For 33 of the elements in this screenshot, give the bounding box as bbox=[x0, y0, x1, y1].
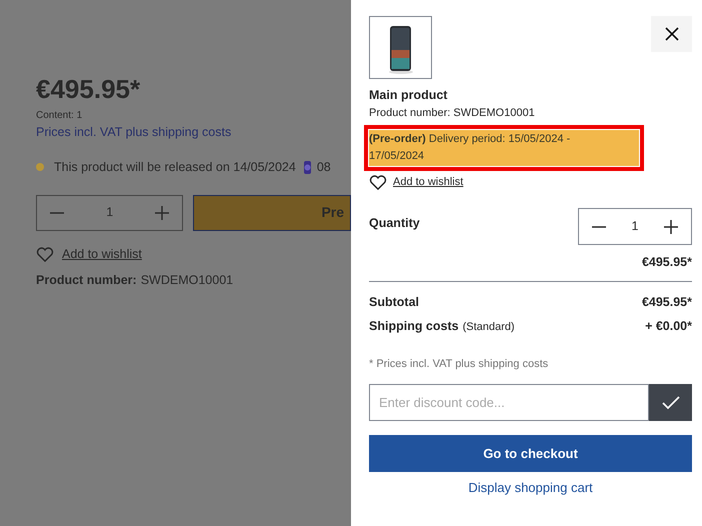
shipping-label: Shipping costs bbox=[369, 318, 459, 334]
product-number: Product number: SWDEMO10001 bbox=[369, 106, 536, 120]
release-time: 08 bbox=[316, 158, 331, 176]
quantity-stepper[interactable]: 1 bbox=[578, 208, 692, 246]
product-number: SWDEMO10001 bbox=[140, 272, 234, 290]
view-cart-link[interactable]: Display shopping cart bbox=[468, 480, 593, 496]
shipping-value: + €0.00* bbox=[645, 318, 692, 334]
close-button[interactable] bbox=[651, 16, 692, 52]
vat-note: * Prices incl. VAT plus shipping costs bbox=[369, 358, 550, 372]
check-icon bbox=[662, 396, 680, 410]
delivery-notice: (Pre-order) Delivery period: 15/05/2024 - 17/05/2024 bbox=[369, 130, 639, 166]
product-name[interactable]: Main product bbox=[369, 88, 692, 104]
wishlist-link[interactable]: Add to wishlist bbox=[393, 176, 464, 190]
plus-icon[interactable] bbox=[662, 218, 679, 235]
release-info: This product will be released on 14/05/2024 bbox=[54, 158, 296, 176]
price: €495.95* bbox=[36, 74, 142, 104]
product-thumbnail[interactable] bbox=[369, 16, 432, 79]
product-number-label: Product number: bbox=[36, 272, 137, 290]
heart-icon bbox=[36, 246, 54, 262]
shipping-method: (Standard) bbox=[462, 320, 515, 334]
quantity-value: 1 bbox=[106, 204, 114, 222]
heart-icon bbox=[369, 174, 387, 190]
close-icon bbox=[664, 27, 678, 41]
apply-button[interactable] bbox=[649, 384, 692, 422]
vat-note: Prices incl. VAT plus shipping costs bbox=[36, 124, 232, 141]
quantity-value: 1 bbox=[632, 219, 638, 235]
line-price: €495.95* bbox=[640, 255, 692, 271]
content-info: Content: 1 bbox=[36, 109, 84, 123]
subtotal-value: €495.95* bbox=[642, 295, 692, 311]
discount-field[interactable]: Enter discount code... bbox=[369, 384, 649, 422]
subtotal-label: Subtotal bbox=[369, 295, 419, 311]
checkout-button[interactable]: Go to checkout bbox=[369, 435, 692, 472]
quantity-label: Quantity bbox=[369, 216, 420, 232]
